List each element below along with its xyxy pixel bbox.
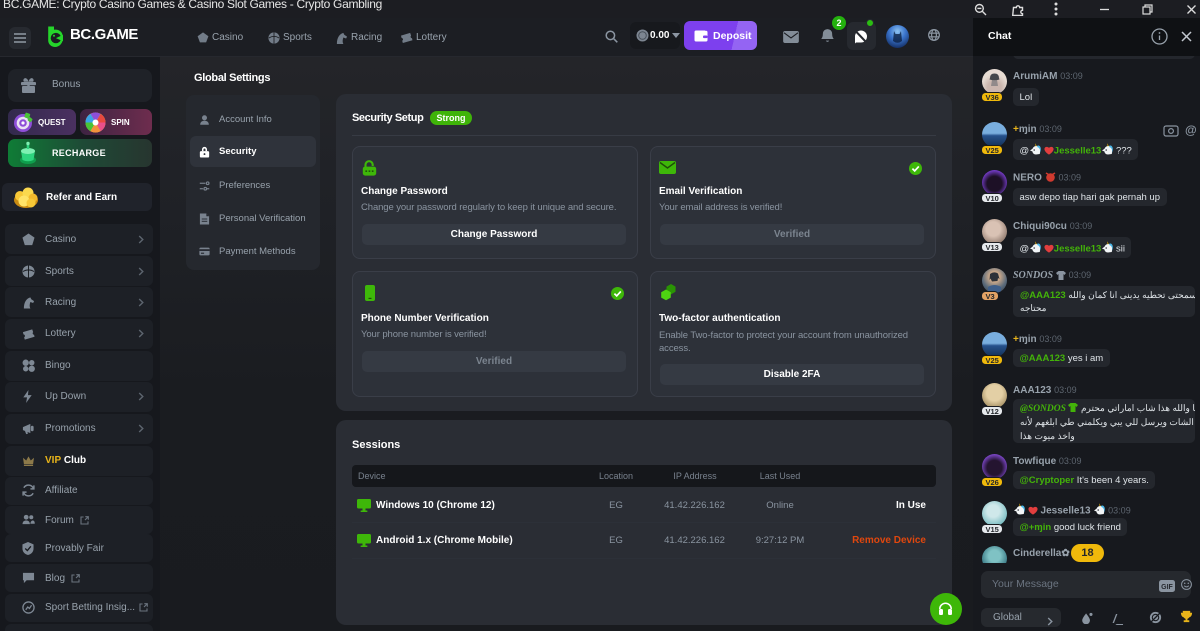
svg-text:GIF: GIF [1161,584,1173,591]
